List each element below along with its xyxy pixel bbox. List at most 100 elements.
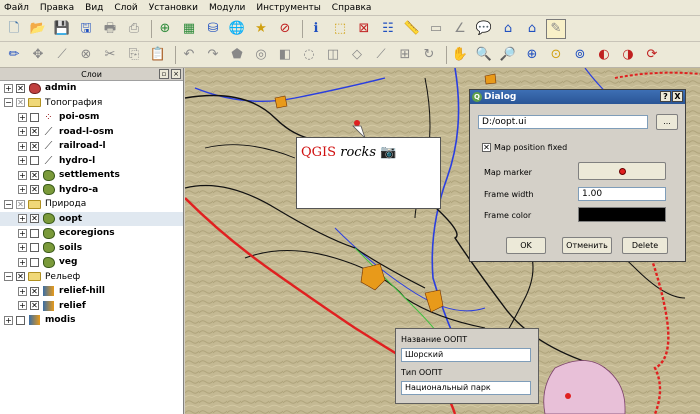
paste-features-icon[interactable]: 📋 xyxy=(148,45,168,65)
menu-plugins[interactable]: Модули xyxy=(209,3,245,13)
oopt-type-field[interactable]: Национальный парк xyxy=(401,381,531,395)
menu-view[interactable]: Вид xyxy=(85,3,103,13)
layer-item[interactable]: + ecoregions xyxy=(0,226,183,241)
zoom-full-icon[interactable]: ⊕ xyxy=(522,45,542,65)
layer-item[interactable]: + modis xyxy=(0,313,183,328)
expand-icon[interactable]: + xyxy=(4,315,13,325)
add-ring-icon[interactable]: ◎ xyxy=(251,45,271,65)
layer-visibility-checkbox[interactable]: ✕ xyxy=(16,98,25,108)
split-features-icon[interactable]: ⟋ xyxy=(371,45,391,65)
layer-item[interactable]: − ✕ Рельеф xyxy=(0,270,183,285)
map-position-fixed-checkbox[interactable]: ✕ Map position fixed xyxy=(482,143,567,152)
refresh-icon[interactable]: ⟳ xyxy=(642,45,662,65)
new-project-icon[interactable]: 🗋 xyxy=(4,19,24,39)
show-bookmarks-icon[interactable]: ⌂ xyxy=(522,19,542,39)
layer-visibility-checkbox[interactable]: ✕ xyxy=(30,286,39,296)
expand-icon[interactable]: + xyxy=(4,83,13,93)
frame-width-spinbox[interactable]: 1.00 xyxy=(578,187,666,201)
float-panel-icon[interactable]: ▫ xyxy=(159,69,169,79)
frame-color-swatch[interactable] xyxy=(578,207,666,222)
layer-visibility-checkbox[interactable]: ✕ xyxy=(30,141,39,151)
capture-line-icon[interactable]: ⟋ xyxy=(52,45,72,65)
layer-item[interactable]: + ✕ oopt xyxy=(0,211,183,226)
layer-item[interactable]: + ⟋ hydro-l xyxy=(0,154,183,169)
layer-visibility-checkbox[interactable]: ✕ xyxy=(16,199,25,209)
layer-visibility-checkbox[interactable]: ✕ xyxy=(30,127,39,137)
measure-area-icon[interactable]: ▭ xyxy=(426,19,446,39)
delete-button[interactable]: Delete xyxy=(622,237,668,254)
menu-help[interactable]: Справка xyxy=(332,3,372,13)
map-tips-icon[interactable]: 💬 xyxy=(474,19,494,39)
print-composer-icon[interactable]: 🖶 xyxy=(100,19,120,39)
layer-visibility-checkbox[interactable]: ✕ xyxy=(30,214,39,224)
zoom-out-icon[interactable]: 🔎 xyxy=(498,45,518,65)
layer-item[interactable]: − ✕ Топография xyxy=(0,96,183,111)
new-vector-layer-icon[interactable]: ★ xyxy=(251,19,271,39)
layer-visibility-checkbox[interactable]: ✕ xyxy=(30,185,39,195)
layer-visibility-checkbox[interactable] xyxy=(30,228,39,238)
toggle-editing-icon[interactable]: ✏ xyxy=(4,45,24,65)
expand-icon[interactable]: + xyxy=(18,214,27,224)
ok-button[interactable]: OK xyxy=(506,237,546,254)
undo-icon[interactable]: ↶ xyxy=(179,45,199,65)
layer-visibility-checkbox[interactable] xyxy=(30,156,39,166)
expand-icon[interactable]: + xyxy=(18,141,27,151)
layer-item[interactable]: + ✕ ⟋ road-l-osm xyxy=(0,125,183,140)
layer-item[interactable]: + veg xyxy=(0,255,183,270)
layer-visibility-checkbox[interactable] xyxy=(30,257,39,267)
layer-item[interactable]: + ⁘ poi-osm xyxy=(0,110,183,125)
layer-visibility-checkbox[interactable] xyxy=(16,315,25,325)
save-as-icon[interactable]: 🖫 xyxy=(76,19,96,39)
add-part-icon[interactable]: ◧ xyxy=(275,45,295,65)
layer-visibility-checkbox[interactable]: ✕ xyxy=(16,272,25,282)
file-path-input[interactable]: D:/oopt.ui xyxy=(478,115,648,129)
zoom-selection-icon[interactable]: ⊙ xyxy=(546,45,566,65)
open-project-icon[interactable]: 📂 xyxy=(28,19,48,39)
identify-icon[interactable]: ℹ xyxy=(306,19,326,39)
layer-visibility-checkbox[interactable] xyxy=(30,112,39,122)
help-button[interactable]: ? xyxy=(660,91,671,102)
redo-icon[interactable]: ↷ xyxy=(203,45,223,65)
form-annotation[interactable]: Название ООПТ Шорский Тип ООПТ Националь… xyxy=(395,328,539,404)
capture-point-icon[interactable]: ✥ xyxy=(28,45,48,65)
layer-visibility-checkbox[interactable] xyxy=(30,243,39,253)
layer-visibility-checkbox[interactable]: ✕ xyxy=(30,301,39,311)
expand-icon[interactable]: + xyxy=(18,185,27,195)
measure-angle-icon[interactable]: ∠ xyxy=(450,19,470,39)
layer-item[interactable]: + ✕ ⟋ railroad-l xyxy=(0,139,183,154)
delete-part-icon[interactable]: ◫ xyxy=(323,45,343,65)
close-panel-icon[interactable]: × xyxy=(171,69,181,79)
menu-tools[interactable]: Инструменты xyxy=(256,3,320,13)
measure-line-icon[interactable]: 📏 xyxy=(402,19,422,39)
menu-layer[interactable]: Слой xyxy=(114,3,137,13)
select-features-icon[interactable]: ⬚ xyxy=(330,19,350,39)
pan-icon[interactable]: ✋ xyxy=(450,45,470,65)
text-annotation[interactable]: QGIS rocks 📷 xyxy=(296,137,441,209)
reshape-icon[interactable]: ◇ xyxy=(347,45,367,65)
deselect-icon[interactable]: ⊠ xyxy=(354,19,374,39)
zoom-layer-icon[interactable]: ⊚ xyxy=(570,45,590,65)
cut-features-icon[interactable]: ✂ xyxy=(100,45,120,65)
layer-item[interactable]: + ✕ settlements xyxy=(0,168,183,183)
copy-features-icon[interactable]: ⎘ xyxy=(124,45,144,65)
collapse-icon[interactable]: − xyxy=(4,199,13,209)
attribute-table-icon[interactable]: ☷ xyxy=(378,19,398,39)
layer-visibility-checkbox[interactable]: ✕ xyxy=(16,83,25,93)
zoom-next-icon[interactable]: ◑ xyxy=(618,45,638,65)
save-project-icon[interactable]: 💾 xyxy=(52,19,72,39)
expand-icon[interactable]: + xyxy=(18,112,27,122)
add-vector-layer-icon[interactable]: ⊕ xyxy=(155,19,175,39)
map-marker-button[interactable] xyxy=(578,162,666,180)
expand-icon[interactable]: + xyxy=(18,228,27,238)
add-wms-layer-icon[interactable]: 🌐 xyxy=(227,19,247,39)
menu-settings[interactable]: Установки xyxy=(149,3,198,13)
layer-item[interactable]: − ✕ Природа xyxy=(0,197,183,212)
browse-button[interactable]: ... xyxy=(656,114,678,130)
layer-item[interactable]: + ✕ admin xyxy=(0,81,183,96)
menu-edit[interactable]: Правка xyxy=(40,3,74,13)
print-icon[interactable]: ⎙ xyxy=(124,19,144,39)
expand-icon[interactable]: + xyxy=(18,301,27,311)
layer-item[interactable]: + ✕ hydro-a xyxy=(0,183,183,198)
delete-ring-icon[interactable]: ◌ xyxy=(299,45,319,65)
menu-file[interactable]: Файл xyxy=(4,3,29,13)
